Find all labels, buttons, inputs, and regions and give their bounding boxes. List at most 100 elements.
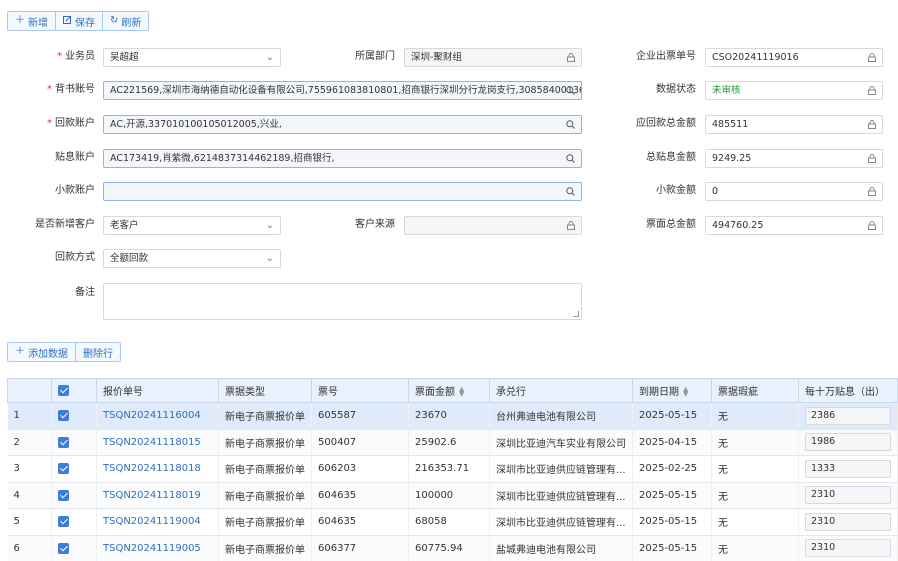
amount-cell: 216353.71: [408, 455, 490, 483]
table-row[interactable]: 3 TSQN20241118018 新电子商票报价单 606203 216353.71 深…: [7, 455, 898, 483]
small-amount-label: 小款金额: [656, 185, 696, 196]
table-row[interactable]: 2 TSQN20241118015 新电子商票报价单 500407 25902.6 深圳比…: [7, 429, 898, 456]
discount-total-field: 9249.25: [705, 149, 883, 168]
row-checkbox[interactable]: [51, 535, 97, 561]
remark-textarea[interactable]: [103, 283, 582, 320]
interest-input[interactable]: 2310: [805, 539, 891, 558]
row-checkbox[interactable]: [51, 455, 97, 483]
quote-no-link[interactable]: TSQN20241118018: [96, 455, 219, 483]
interest-cell: 2310: [798, 508, 898, 536]
checkbox-checked-icon[interactable]: [58, 410, 69, 421]
status-label: 数据状态: [656, 84, 696, 95]
remark-label: 备注: [75, 287, 95, 298]
flaw-cell: 无: [711, 508, 799, 536]
endorse-account-input[interactable]: AC221569,深圳市海纳德自动化设备有限公司,755961083810801…: [103, 81, 582, 100]
header-select-all[interactable]: [51, 378, 97, 403]
quote-no-link[interactable]: TSQN20241119005: [96, 535, 219, 561]
amount-cell: 25902.6: [408, 429, 490, 456]
row-checkbox[interactable]: [51, 402, 97, 430]
due-date-cell: 2025-04-15: [632, 429, 712, 456]
checkbox-checked-icon[interactable]: [58, 436, 69, 448]
add-button[interactable]: ＋新增: [8, 12, 56, 30]
search-icon[interactable]: [566, 150, 575, 163]
delete-row-button[interactable]: 删除行: [76, 343, 120, 361]
quote-no-link[interactable]: TSQN20241118015: [96, 429, 219, 456]
bill-type-cell: 新电子商票报价单: [218, 429, 312, 456]
lock-icon: [868, 116, 876, 129]
row-index: 5: [7, 508, 52, 536]
new-customer-select[interactable]: 老客户 ⌄: [103, 216, 281, 235]
interest-cell: 2310: [798, 482, 898, 509]
return-total-label: 应回款总金额: [636, 118, 696, 129]
interest-input[interactable]: 2310: [805, 486, 891, 505]
small-amount-field: 0: [705, 182, 883, 201]
small-account-input[interactable]: [103, 182, 582, 201]
quote-no-link[interactable]: TSQN20241116004: [96, 402, 219, 430]
add-label: 新增: [28, 17, 48, 29]
refresh-label: 刷新: [121, 17, 142, 29]
search-icon[interactable]: [566, 183, 575, 196]
checkbox-checked-icon[interactable]: [58, 489, 69, 501]
interest-input[interactable]: 2310: [805, 512, 891, 531]
table-row[interactable]: 6 TSQN20241119005 新电子商票报价单 606377 60775.94 盐城…: [7, 535, 898, 561]
flaw-cell: 无: [711, 535, 799, 561]
bank-cell: 盐城弗迪电池有限公司: [489, 535, 633, 561]
customer-source-field: [404, 216, 582, 235]
add-row-button[interactable]: ＋添加数据: [8, 343, 76, 361]
search-icon[interactable]: [566, 82, 575, 95]
bill-type-cell: 新电子商票报价单: [218, 508, 312, 536]
row-checkbox[interactable]: [51, 429, 97, 456]
bank-cell: 深圳市比亚迪供应链管理有...: [489, 482, 633, 509]
quote-no-link[interactable]: TSQN20241118019: [96, 482, 219, 509]
return-method-select[interactable]: 全额回款 ⌄: [103, 249, 281, 268]
discount-account-input[interactable]: AC173419,肖紫微,6214837314462189,招商银行,: [103, 149, 582, 168]
bill-no-cell: 500407: [311, 429, 409, 456]
plus-icon: ＋: [15, 346, 25, 357]
return-total-field: 485511: [705, 115, 883, 134]
edit-icon: [63, 15, 72, 27]
interest-input[interactable]: 2386: [805, 406, 891, 425]
table-header-row: 报价单号 票据类型 票号 票面金额 ▲ ▼ 承兑行 到期日期 ▲ ▼ 票据瑕疵 每十万贴…: [7, 378, 898, 403]
interest-cell: 1333: [798, 455, 898, 483]
return-account-input[interactable]: AC,开源,337010100105012005,兴业,: [103, 115, 582, 134]
amount-cell: 60775.94: [408, 535, 490, 561]
interest-input[interactable]: 1986: [805, 433, 891, 452]
lock-icon: [567, 217, 575, 230]
checkbox-checked-icon[interactable]: [58, 384, 69, 396]
interest-cell: 2386: [798, 402, 898, 430]
flaw-cell: 无: [711, 429, 799, 456]
header-interest: 每十万贴息（出）: [798, 378, 898, 403]
sort-icon[interactable]: ▲ ▼: [683, 386, 688, 398]
header-due-date[interactable]: 到期日期 ▲ ▼: [632, 378, 712, 403]
bank-cell: 深圳市比亚迪供应链管理有...: [489, 455, 633, 483]
sort-icon[interactable]: ▲ ▼: [459, 386, 464, 398]
due-date-cell: 2025-05-15: [632, 402, 712, 430]
due-date-cell: 2025-05-15: [632, 535, 712, 561]
row-checkbox[interactable]: [51, 508, 97, 536]
table-row[interactable]: 1 TSQN20241116004 新电子商票报价单 605587 23670 台州弗迪电…: [7, 402, 898, 430]
header-bill-no: 票号: [311, 378, 409, 403]
lock-icon: [567, 49, 575, 62]
row-checkbox[interactable]: [51, 482, 97, 509]
refresh-button[interactable]: ↻ 刷新: [103, 12, 148, 30]
checkbox-checked-icon[interactable]: [58, 542, 69, 554]
checkbox-checked-icon[interactable]: [58, 463, 69, 474]
invoice-no-field: CSO20241119016: [705, 48, 883, 67]
header-index: [7, 378, 52, 403]
table-row[interactable]: 4 TSQN20241118019 新电子商票报价单 604635 100000 深圳市比…: [7, 482, 898, 509]
interest-input[interactable]: 1333: [805, 459, 891, 478]
quote-no-link[interactable]: TSQN20241119004: [96, 508, 219, 536]
save-button[interactable]: 保存: [56, 12, 103, 30]
table-row[interactable]: 5 TSQN20241119004 新电子商票报价单 604635 68058 深圳市比亚…: [7, 508, 898, 536]
search-icon[interactable]: [566, 116, 575, 129]
bill-type-cell: 新电子商票报价单: [218, 535, 312, 561]
lock-icon: [868, 217, 876, 230]
row-index: 1: [7, 402, 52, 430]
row-index: 3: [7, 455, 52, 483]
resize-grip-icon[interactable]: [573, 311, 579, 317]
checkbox-checked-icon[interactable]: [58, 516, 69, 527]
salesperson-select[interactable]: 吴超超 ⌄: [103, 48, 281, 67]
bank-cell: 台州弗迪电池有限公司: [489, 402, 633, 430]
table-toolbar: ＋添加数据 删除行: [7, 342, 121, 362]
header-amount[interactable]: 票面金额 ▲ ▼: [408, 378, 490, 403]
